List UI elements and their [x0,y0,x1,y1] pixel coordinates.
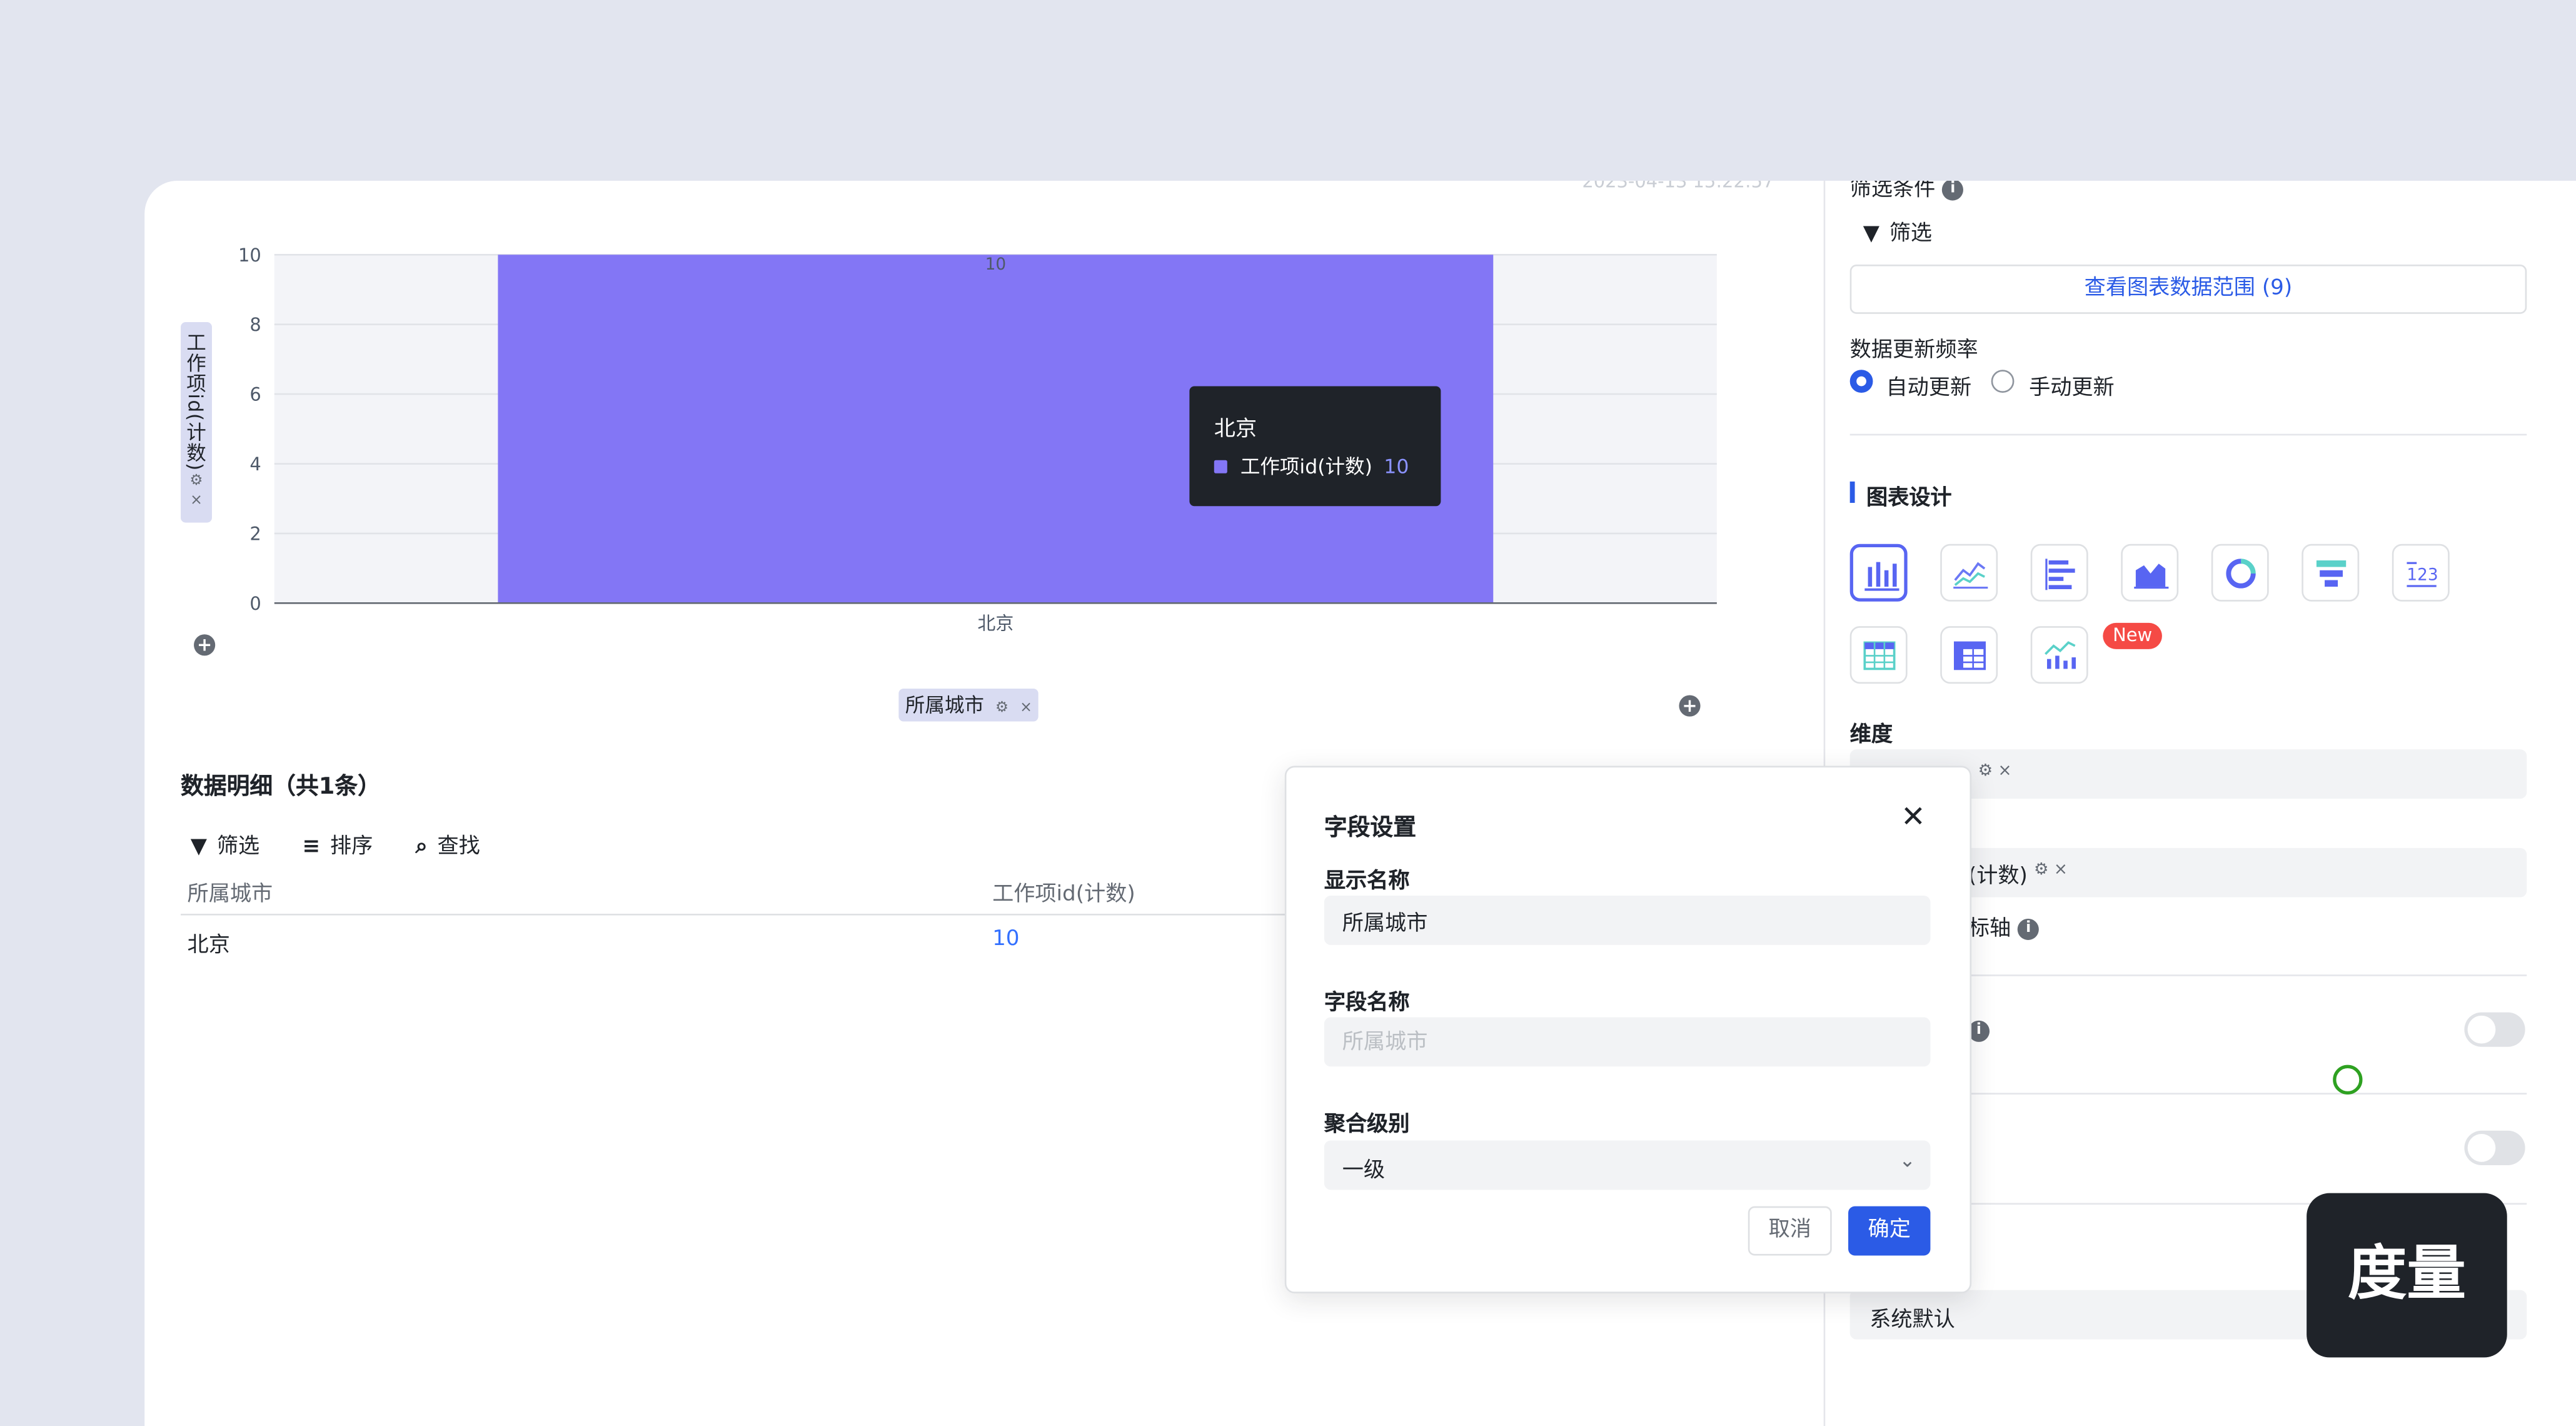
radio-auto-update[interactable] [1849,370,1873,393]
new-badge: New [2103,622,2162,649]
filter-section-label: 筛选条件 i [1850,181,1964,202]
add-x-field-icon[interactable]: + [1679,695,1701,717]
detail-title: 数据明细（共1条） [181,774,381,801]
y-tick-label: 8 [249,314,261,335]
sort-label: 排序 [330,834,373,860]
dialog-title: 字段设置 [1324,815,1416,842]
field-settings-dialog: 字段设置 ✕ 显示名称 字段名称 聚合级别 一级 ⌄ 取消 确定 [1284,766,1972,1293]
radio-manual-label: 手动更新 [2029,376,2115,402]
x-tick-label: 北京 [977,612,1014,634]
area-chart-icon[interactable] [2121,544,2179,602]
filter-icon: ▼ [1863,221,1879,247]
tooltip-title: 北京 [1214,417,1257,442]
info-icon: i [2018,918,2040,940]
filter-button[interactable]: ▼ 筛选 [191,828,259,859]
agg-level-label: 聚合级别 [1324,1112,1410,1138]
status-ring-icon [2333,1064,2363,1095]
sort-button[interactable]: ≡ 排序 [303,828,373,859]
option-toggle[interactable] [2464,1012,2525,1047]
close-icon[interactable]: × [1020,700,1032,716]
design-section-label: 图表设计 [1866,486,1952,512]
detail-toolbar: ▼ 筛选 ≡ 排序 ⌕ 查找 [191,828,480,859]
tooltip-value: 10 [1384,454,1409,478]
x-field-label: 所属城市 [905,693,984,717]
radio-manual-update[interactable] [1991,370,2015,393]
find-label: 查找 [437,834,480,860]
chevron-down-icon: ⌄ [1899,1148,1916,1172]
caption-badge: 度量 [2307,1193,2507,1358]
svg-text:123: 123 [2407,566,2438,585]
donut-chart-icon[interactable] [2211,544,2269,602]
y-field-tag[interactable]: 工作项id(计数) ⚙ × [181,322,212,523]
agg-level-value: 一级 [1342,1158,1386,1183]
option-toggle[interactable] [2464,1130,2525,1165]
filter-label: 筛选 [216,834,260,860]
y-tick-label: 10 [238,245,261,266]
tooltip-series: 工作项id(计数) [1240,455,1372,478]
confirm-button[interactable]: 确定 [1848,1206,1931,1256]
column-header[interactable]: 所属城市 [188,876,273,907]
dimension-section-label: 维度 [1849,723,1893,748]
refresh-section-label: 数据更新频率 [1849,338,1978,363]
gear-icon[interactable]: ⚙ [189,472,203,492]
close-icon[interactable]: ✕ [1901,801,1926,837]
theme-value: 系统默认 [1869,1308,1955,1333]
agg-level-select[interactable]: 一级 ⌄ [1324,1140,1931,1190]
measure-chip-label: (计数) [1968,864,2028,889]
info-icon: i [1942,181,1964,201]
horizontal-bar-icon[interactable] [2030,544,2088,602]
series-swatch [1214,459,1227,473]
sort-icon: ≡ [302,834,321,860]
cancel-button[interactable]: 取消 [1748,1206,1832,1256]
panel-filter-button[interactable]: ▼ 筛选 [1863,215,1932,246]
y-tick-label: 0 [249,593,261,614]
axis-option-label: 标轴 i [1968,911,2040,942]
section-divider [1849,433,2527,436]
funnel-chart-icon[interactable] [2302,544,2360,602]
table-cell: 10 [992,926,1020,952]
pivot-table-icon[interactable] [1940,626,1998,684]
radio-auto-label: 自动更新 [1886,376,1972,402]
field-name-input[interactable] [1324,1017,1931,1067]
add-y-field-icon[interactable]: + [194,634,216,656]
y-tick-label: 6 [249,384,261,405]
display-name-input[interactable] [1324,896,1931,945]
bar-chart-icon[interactable] [1849,544,1908,602]
column-header[interactable]: 工作项id(计数) [992,876,1135,907]
display-name-label: 显示名称 [1324,869,1410,894]
dimension-chip-actions[interactable]: ⚙ × [1978,762,2012,781]
data-label: 10 [985,255,1006,274]
screen: 2023-04-13 15:22:57 0 2 4 6 8 10 10 北京 工作项id(计数… [0,0,2576,1426]
filter-icon: ▼ [190,834,208,860]
data-range-button[interactable]: 查看图表数据范围 (9) [1849,265,2527,314]
section-accent [1849,481,1855,503]
bar-chart: 0 2 4 6 8 10 10 北京 [238,245,1717,634]
x-field-tag[interactable]: 所属城市 ⚙ × [898,688,1039,722]
y-tick-label: 2 [249,523,261,544]
tooltip-row: 工作项id(计数) 10 [1214,452,1416,480]
find-button[interactable]: ⌕ 查找 [416,828,480,859]
table-icon[interactable] [1849,626,1908,684]
panel-filter-label: 筛选 [1889,221,1933,247]
y-field-label: 工作项id(计数) [184,331,208,472]
field-name-label: 字段名称 [1324,991,1410,1016]
gear-icon[interactable]: ⚙ [995,700,1009,716]
number-card-icon[interactable]: 123 [2392,544,2450,602]
y-tick-label: 4 [249,453,261,475]
close-icon[interactable]: × [190,491,203,511]
measure-chip-actions[interactable]: ⚙ × [2034,861,2068,879]
chart-tooltip: 北京 工作项id(计数) 10 [1189,386,1441,507]
combo-chart-icon[interactable] [2030,626,2088,684]
line-chart-icon[interactable] [1940,544,1998,602]
find-icon: ⌕ [415,834,428,860]
table-cell: 北京 [187,933,230,958]
